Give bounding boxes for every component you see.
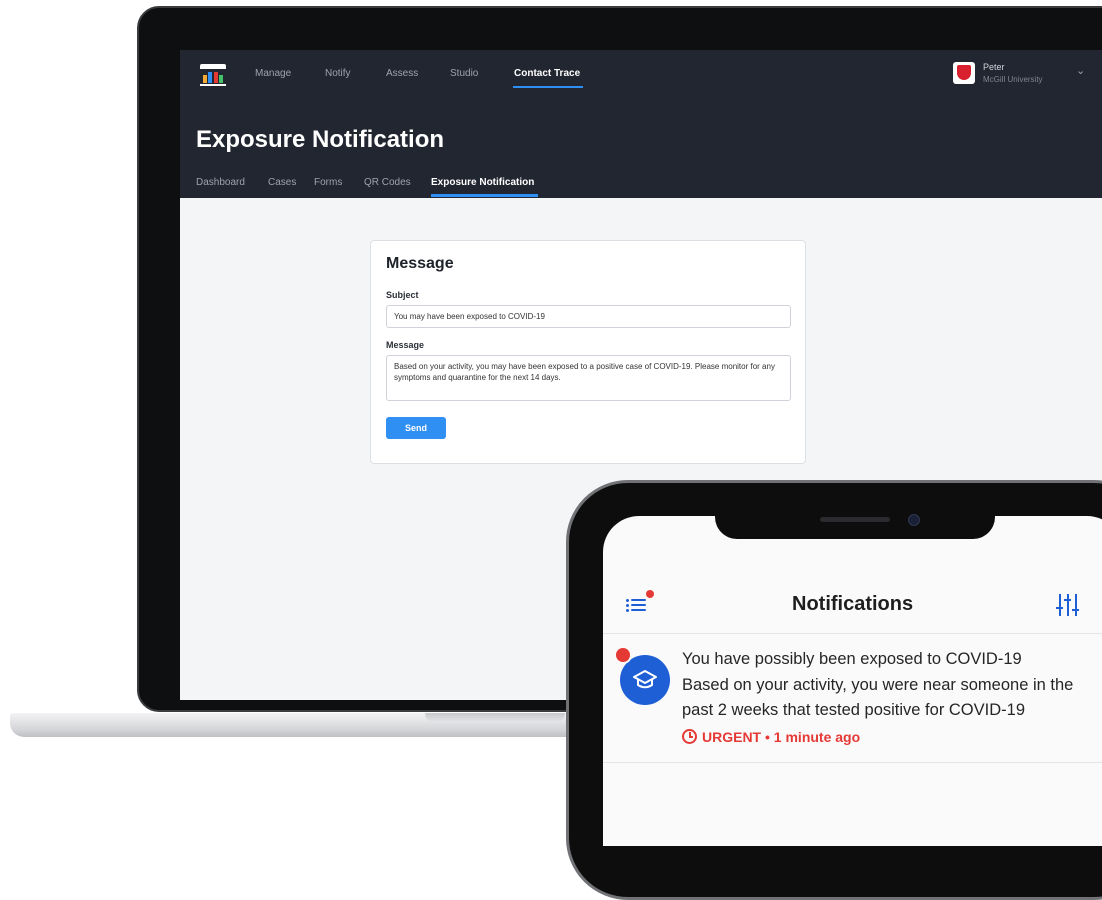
nav-manage[interactable]: Manage — [255, 68, 291, 79]
card-title: Message — [386, 255, 454, 272]
list-divider — [603, 762, 1102, 763]
active-nav-indicator — [513, 86, 583, 88]
phone-speaker — [820, 517, 890, 522]
notification-meta: URGENT • 1 minute ago — [682, 729, 860, 745]
notification-body-line-1: Based on your activity, you were near so… — [682, 676, 1074, 694]
notification-headline[interactable]: You have possibly been exposed to COVID-… — [682, 650, 1022, 669]
nav-contact-trace[interactable]: Contact Trace — [514, 68, 580, 79]
tab-forms[interactable]: Forms — [314, 177, 342, 188]
notifications-title: Notifications — [792, 593, 914, 615]
active-tab-indicator — [431, 194, 538, 197]
tab-dashboard[interactable]: Dashboard — [196, 177, 245, 188]
university-crest-icon[interactable] — [953, 62, 975, 84]
message-textarea[interactable]: Based on your activity, you may have bee… — [386, 355, 791, 401]
filter-sliders-icon[interactable] — [1056, 594, 1083, 616]
subject-input[interactable]: You may have been exposed to COVID-19 — [386, 305, 791, 328]
user-organization: McGill University — [983, 75, 1043, 84]
chevron-down-icon[interactable]: ⌄ — [1076, 64, 1085, 77]
nav-studio[interactable]: Studio — [450, 68, 478, 79]
tab-exposure-notification[interactable]: Exposure Notification — [431, 177, 534, 188]
laptop-base-notch — [425, 713, 565, 723]
timestamp: • 1 minute ago — [765, 729, 861, 745]
nav-assess[interactable]: Assess — [386, 68, 418, 79]
tab-qr-codes[interactable]: QR Codes — [364, 177, 411, 188]
priority-label: URGENT — [702, 729, 762, 745]
clock-icon — [682, 729, 697, 744]
message-label: Message — [386, 340, 425, 350]
page-title: Exposure Notification — [196, 126, 445, 153]
send-button[interactable]: Send — [386, 417, 446, 439]
top-bar: Manage Notify Assess Studio Contact Trac… — [180, 50, 1102, 198]
subject-label: Subject — [386, 290, 419, 300]
menu-badge — [646, 590, 654, 598]
header-divider — [603, 633, 1102, 634]
message-card: Message Subject You may have been expose… — [370, 240, 806, 464]
nav-notify[interactable]: Notify — [325, 68, 351, 79]
user-name[interactable]: Peter — [983, 62, 1005, 72]
tab-cases[interactable]: Cases — [268, 177, 296, 188]
unread-badge — [614, 646, 632, 664]
notification-body-line-2: past 2 weeks that tested positive for CO… — [682, 701, 1025, 719]
logo-icon[interactable] — [200, 64, 226, 86]
menu-list-icon[interactable] — [626, 596, 650, 614]
phone-camera — [908, 514, 920, 526]
